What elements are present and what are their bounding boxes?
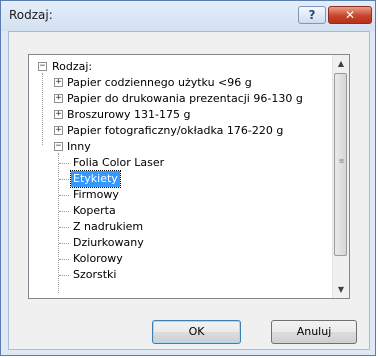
expand-icon[interactable]: + xyxy=(54,110,63,119)
tree-item-category[interactable]: + Papier codziennego użytku <96 g xyxy=(29,75,332,91)
tree-item-label: Papier do drukowania prezentacji 96-130 … xyxy=(67,92,303,105)
tree-item-child-selected[interactable]: Etykiety xyxy=(29,170,332,188)
tree-item-label: Dziurkowany xyxy=(73,236,144,249)
scroll-thumb[interactable]: ≡ xyxy=(334,73,347,256)
tree-connector xyxy=(59,243,69,244)
tree-item-child[interactable]: Kolorowy xyxy=(29,251,332,267)
tree-item-label: Z nadrukiem xyxy=(73,220,144,233)
tree-item-label: Rodzaj: xyxy=(52,60,93,73)
tree-item-child[interactable]: Dziurkowany xyxy=(29,235,332,251)
grip-icon: ≡ xyxy=(338,157,345,165)
tree-item-child[interactable]: Szorstki xyxy=(29,267,332,283)
tree-item-category[interactable]: + Papier do drukowania prezentacji 96-13… xyxy=(29,91,332,107)
tree-rows: − Rodzaj: + Papier codziennego użytku <9… xyxy=(29,59,332,293)
vertical-scrollbar[interactable]: ▲ ≡ ▼ xyxy=(332,55,349,298)
expand-icon[interactable]: + xyxy=(54,78,63,87)
close-button[interactable]: ✕ xyxy=(328,6,372,24)
tree-connector xyxy=(59,259,69,260)
tree-item-label: Koperta xyxy=(73,204,116,217)
tree-item-label: Folia Color Laser xyxy=(73,156,165,169)
collapse-icon[interactable]: − xyxy=(54,142,63,151)
tree-connector xyxy=(59,195,69,196)
window-title: Rodzaj: xyxy=(9,8,53,22)
tree-item-label: Etykiety xyxy=(70,170,121,188)
tree-connector xyxy=(59,179,69,180)
dialog-window: Rodzaj: ? ✕ − Rodzaj: + Papier codzienne… xyxy=(0,0,376,356)
tree-item-label: Broszurowy 131-175 g xyxy=(67,108,191,121)
tree-connector xyxy=(59,227,69,228)
expand-icon[interactable]: + xyxy=(54,94,63,103)
expand-icon[interactable]: + xyxy=(54,126,63,135)
tree-item-label: Inny xyxy=(67,140,91,153)
dialog-client-area: − Rodzaj: + Papier codziennego użytku <9… xyxy=(8,31,370,350)
help-button[interactable]: ? xyxy=(298,6,326,24)
tree-item-label: Firmowy xyxy=(73,188,119,201)
tree-connector xyxy=(59,211,69,212)
tree-item-label: Szorstki xyxy=(73,268,117,281)
tree-item-child[interactable]: Koperta xyxy=(29,203,332,219)
ok-button[interactable]: OK xyxy=(152,320,241,344)
title-bar[interactable]: Rodzaj: ? ✕ xyxy=(1,1,375,31)
tree-item-label: Kolorowy xyxy=(73,252,123,265)
tree-item-category[interactable]: − Inny xyxy=(29,139,332,155)
collapse-icon[interactable]: − xyxy=(38,62,47,71)
paper-type-tree[interactable]: − Rodzaj: + Papier codziennego użytku <9… xyxy=(28,54,350,299)
tree-item-child[interactable]: Z nadrukiem xyxy=(29,219,332,235)
tree-item-root[interactable]: − Rodzaj: xyxy=(29,59,332,75)
tree-item-child[interactable]: Firmowy xyxy=(29,187,332,203)
scroll-up-arrow-icon[interactable]: ▲ xyxy=(333,55,349,72)
tree-item-label: Papier fotograficzny/okładka 176-220 g xyxy=(67,124,284,137)
tree-connector xyxy=(59,275,69,276)
tree-item-label: Papier codziennego użytku <96 g xyxy=(67,76,252,89)
tree-item-child[interactable]: Folia Color Laser xyxy=(29,155,332,171)
tree-item-category[interactable]: + Papier fotograficzny/okładka 176-220 g xyxy=(29,123,332,139)
tree-item-category[interactable]: + Broszurowy 131-175 g xyxy=(29,107,332,123)
scroll-down-arrow-icon[interactable]: ▼ xyxy=(333,281,349,298)
cancel-button[interactable]: Anuluj xyxy=(271,320,357,344)
tree-connector xyxy=(59,163,69,164)
